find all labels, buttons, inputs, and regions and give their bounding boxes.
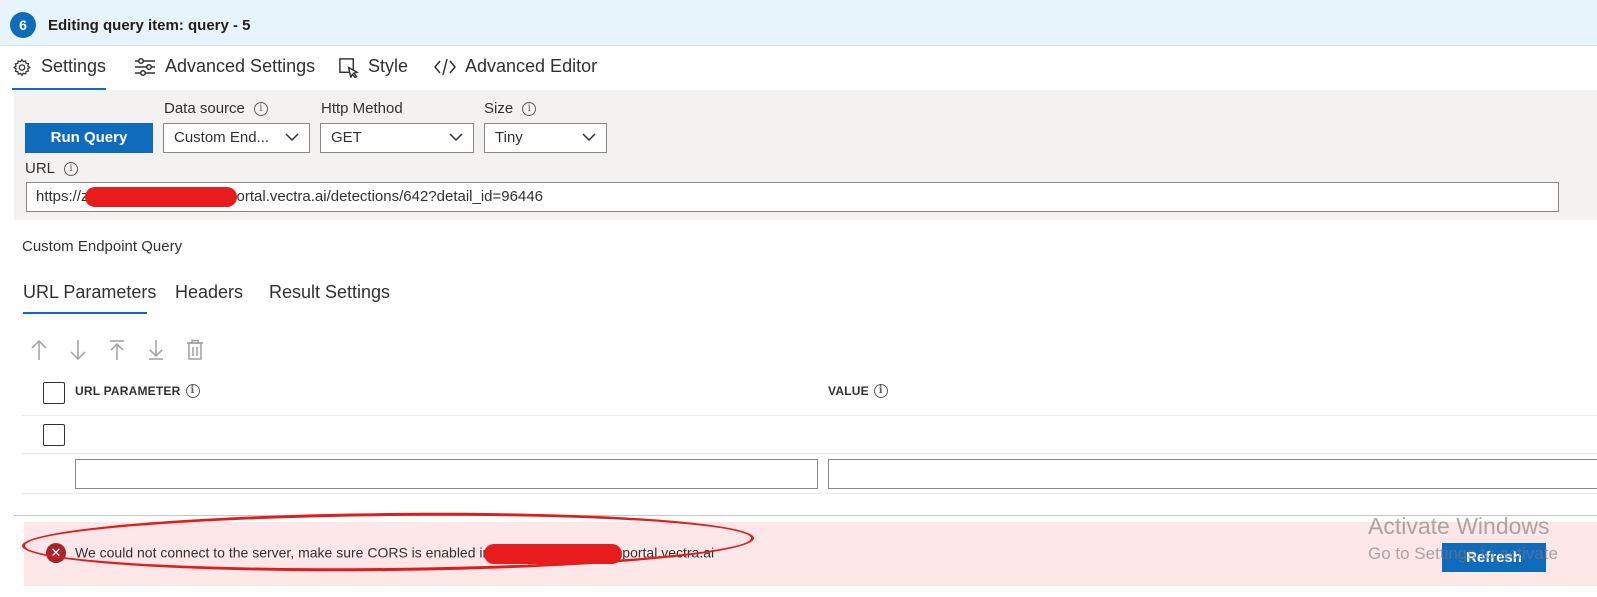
arrow-down-icon bbox=[70, 340, 86, 361]
subtab-url-parameters[interactable]: URL Parameters bbox=[23, 282, 156, 314]
tab-settings-label: Settings bbox=[40, 56, 106, 76]
step-badge: 6 bbox=[10, 12, 36, 38]
tab-advanced-settings-label: Advanced Settings bbox=[165, 56, 316, 76]
column-header-value[interactable]: VALUE i bbox=[828, 384, 888, 398]
size-value: Tiny bbox=[495, 129, 523, 146]
table-row bbox=[22, 454, 1597, 494]
http-method-dropdown[interactable]: GET bbox=[320, 123, 474, 153]
info-icon[interactable]: i bbox=[64, 161, 79, 176]
url-suffix: ortal.vectra.ai/detections/642?detail_id… bbox=[236, 188, 543, 205]
tab-advanced-editor[interactable]: Advanced Editor bbox=[434, 56, 597, 90]
dialog-header: 6 Editing query item: query - 5 bbox=[0, 0, 1597, 46]
http-method-label: Http Method bbox=[321, 100, 403, 117]
chevron-down-icon bbox=[449, 133, 463, 142]
grid-header: URL PARAMETER i VALUE i bbox=[22, 370, 1597, 416]
section-title: Custom Endpoint Query bbox=[22, 238, 183, 255]
size-label-text: Size bbox=[484, 100, 514, 117]
redaction-mark bbox=[84, 187, 237, 208]
chevron-down-icon bbox=[285, 133, 299, 142]
subtab-url-parameters-label: URL Parameters bbox=[23, 282, 157, 302]
arrow-to-top-icon bbox=[110, 340, 124, 360]
column-header-value-label: VALUE bbox=[828, 384, 869, 398]
move-to-bottom-button[interactable] bbox=[147, 338, 186, 362]
tab-advanced-editor-label: Advanced Editor bbox=[465, 56, 598, 76]
url-label: URL i bbox=[25, 160, 79, 177]
code-icon bbox=[434, 58, 456, 76]
data-source-label-text: Data source bbox=[164, 100, 245, 117]
sliders-icon bbox=[135, 57, 155, 77]
tab-style-label: Style bbox=[368, 56, 409, 76]
url-input[interactable]: https://z ortal.vectra.ai/detections/642?… bbox=[26, 182, 1559, 212]
table-row bbox=[22, 416, 1597, 454]
run-query-button[interactable]: Run Query bbox=[25, 123, 153, 153]
delete-button[interactable] bbox=[186, 338, 225, 362]
info-icon[interactable]: i bbox=[253, 101, 268, 116]
data-source-dropdown[interactable]: Custom End... bbox=[163, 123, 310, 153]
arrow-to-bottom-icon bbox=[149, 340, 163, 360]
http-method-value: GET bbox=[331, 129, 362, 146]
http-method-label-text: Http Method bbox=[321, 100, 403, 117]
trash-icon bbox=[187, 339, 203, 360]
value-input[interactable] bbox=[828, 459, 1597, 489]
info-icon[interactable]: i bbox=[522, 101, 537, 116]
info-icon[interactable]: i bbox=[873, 384, 888, 398]
refresh-button[interactable]: Refresh bbox=[1442, 543, 1546, 572]
query-settings-panel: Data source i Http Method Size i Run Que… bbox=[14, 90, 1597, 220]
column-header-url-parameter-label: URL PARAMETER bbox=[75, 384, 181, 398]
subtab-headers[interactable]: Headers bbox=[175, 282, 243, 312]
move-to-top-button[interactable] bbox=[108, 338, 147, 362]
gear-icon bbox=[12, 58, 31, 77]
subtab-headers-label: Headers bbox=[175, 282, 244, 302]
url-parameter-input[interactable] bbox=[75, 459, 818, 489]
subtab-result-settings[interactable]: Result Settings bbox=[269, 282, 390, 312]
data-source-label: Data source i bbox=[164, 100, 268, 117]
info-icon[interactable]: i bbox=[185, 384, 200, 398]
row-toolbar bbox=[30, 338, 225, 362]
url-prefix: https://z bbox=[36, 188, 89, 205]
select-all-checkbox[interactable] bbox=[43, 382, 65, 404]
size-dropdown[interactable]: Tiny bbox=[484, 123, 607, 153]
arrow-up-icon bbox=[31, 339, 47, 360]
url-label-text: URL bbox=[25, 160, 56, 177]
subtab-result-settings-label: Result Settings bbox=[269, 282, 391, 302]
tab-style[interactable]: Style bbox=[338, 56, 408, 90]
size-label: Size i bbox=[484, 100, 537, 117]
data-source-value: Custom End... bbox=[174, 129, 270, 146]
paint-icon bbox=[339, 58, 359, 78]
active-subtab-indicator bbox=[23, 312, 147, 314]
chevron-down-icon bbox=[582, 133, 596, 142]
tab-settings[interactable]: Settings bbox=[12, 56, 106, 90]
move-down-button[interactable] bbox=[69, 338, 108, 362]
dialog-title: Editing query item: query - 5 bbox=[48, 17, 251, 34]
editor-tabs: Settings Advanced Settings Style Advance… bbox=[0, 46, 1597, 90]
tab-advanced-settings[interactable]: Advanced Settings bbox=[134, 56, 315, 90]
move-up-button[interactable] bbox=[30, 338, 69, 362]
column-header-url-parameter[interactable]: URL PARAMETER i bbox=[75, 384, 200, 398]
row-checkbox[interactable] bbox=[43, 424, 65, 446]
